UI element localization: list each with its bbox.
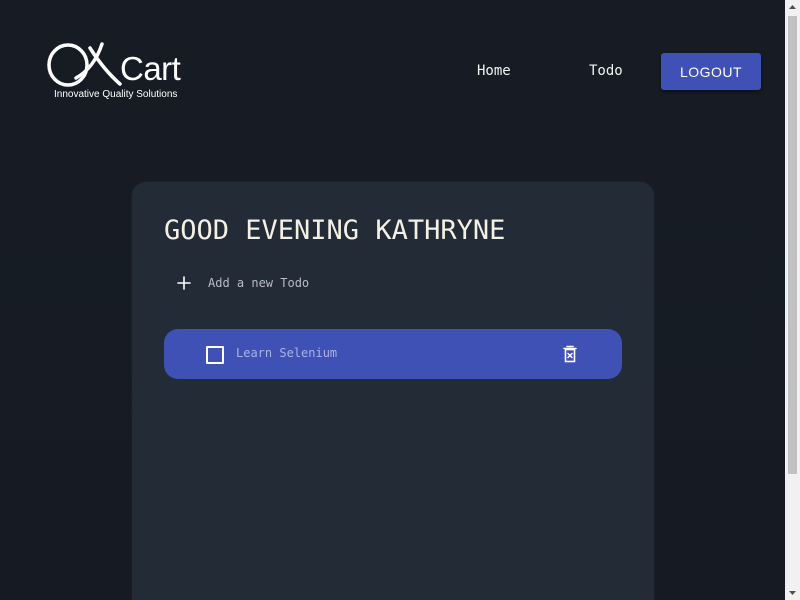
plus-icon[interactable] [176,275,192,291]
logo-wordmark: Cart [120,50,181,87]
page: Cart Innovative Quality Solutions Home T… [0,0,785,600]
scrollbar-thumb[interactable] [788,16,797,474]
nav-home-link[interactable]: Home [477,63,511,79]
vertical-scrollbar[interactable] [785,0,800,600]
greeting-heading: GOOD EVENING KATHRYNE [164,215,506,246]
todo-checkbox[interactable] [206,346,224,364]
trash-icon[interactable] [562,345,578,363]
todo-item-label: Learn Selenium [236,346,338,360]
todo-card: GOOD EVENING KATHRYNE Learn Selenium [132,182,654,600]
logout-button[interactable]: LOGOUT [661,53,761,90]
add-todo-input[interactable] [208,272,468,294]
todo-item: Learn Selenium [164,329,622,379]
scroll-down-arrow-icon[interactable] [785,585,800,600]
add-todo-row[interactable] [176,272,476,294]
brand-logo[interactable]: Cart Innovative Quality Solutions [46,40,198,102]
nav-todo-link[interactable]: Todo [589,63,623,79]
logo-tagline: Innovative Quality Solutions [54,89,178,100]
scroll-up-arrow-icon[interactable] [785,0,800,15]
logo-mark-icon [47,42,122,87]
